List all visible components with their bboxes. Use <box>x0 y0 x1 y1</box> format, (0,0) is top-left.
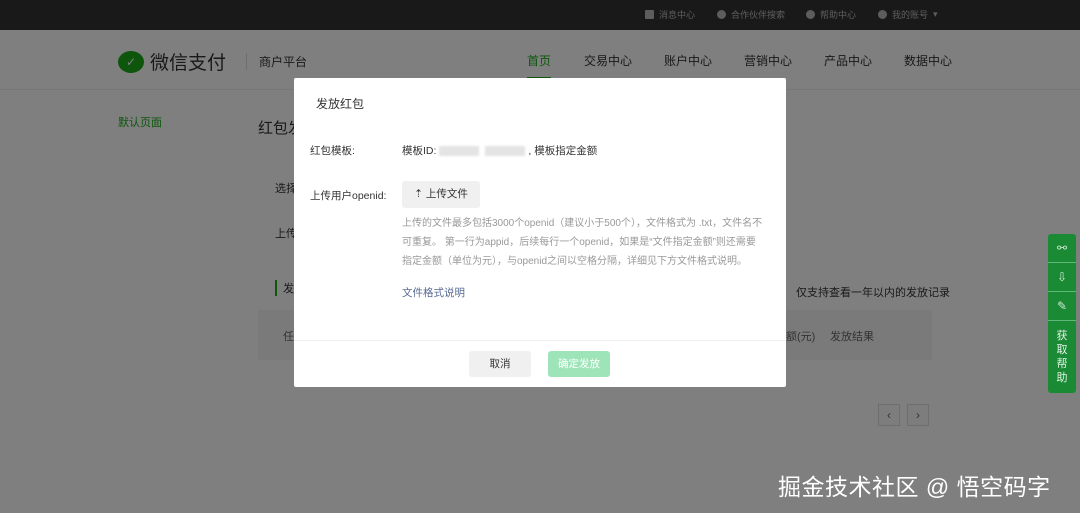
edit-icon[interactable]: ✎ <box>1048 292 1076 321</box>
cancel-button[interactable]: 取消 <box>469 351 531 377</box>
upload-openid-label: 上传用户openid: <box>310 190 387 202</box>
upload-file-button[interactable]: ⇡ 上传文件 <box>402 181 480 208</box>
get-help-button[interactable]: 获取帮助 <box>1056 321 1068 393</box>
redacted-id <box>485 146 526 157</box>
dialog-title: 发放红包 <box>316 97 365 111</box>
file-format-link[interactable]: 文件格式说明 <box>402 285 465 300</box>
dialog-footer-divider <box>294 340 786 341</box>
confirm-send-button[interactable]: 确定发放 <box>548 351 610 377</box>
upload-icon: ⇡ <box>414 188 426 200</box>
download-icon[interactable]: ⇩ <box>1048 263 1076 292</box>
upload-hint: 上传的文件最多包括3000个openid（建议小于500个），文件格式为 .tx… <box>402 218 763 267</box>
floating-help-panel: ⚯ ⇩ ✎ 获取帮助 <box>1048 234 1076 393</box>
watermark: 掘金技术社区 @ 悟空码字 <box>778 474 1051 500</box>
template-type: , 模板指定金额 <box>528 145 598 157</box>
send-red-packet-dialog: 发放红包 红包模板: 模板ID: , 模板指定金额 上传用户openid: ⇡ 上… <box>294 78 786 387</box>
upload-file-label: 上传文件 <box>425 188 468 200</box>
redacted-id <box>439 146 480 157</box>
link-icon[interactable]: ⚯ <box>1048 234 1076 263</box>
template-id-label: 模板ID: <box>402 145 437 157</box>
template-value: 模板ID: , 模板指定金额 <box>402 143 597 158</box>
template-label: 红包模板: <box>310 145 355 157</box>
